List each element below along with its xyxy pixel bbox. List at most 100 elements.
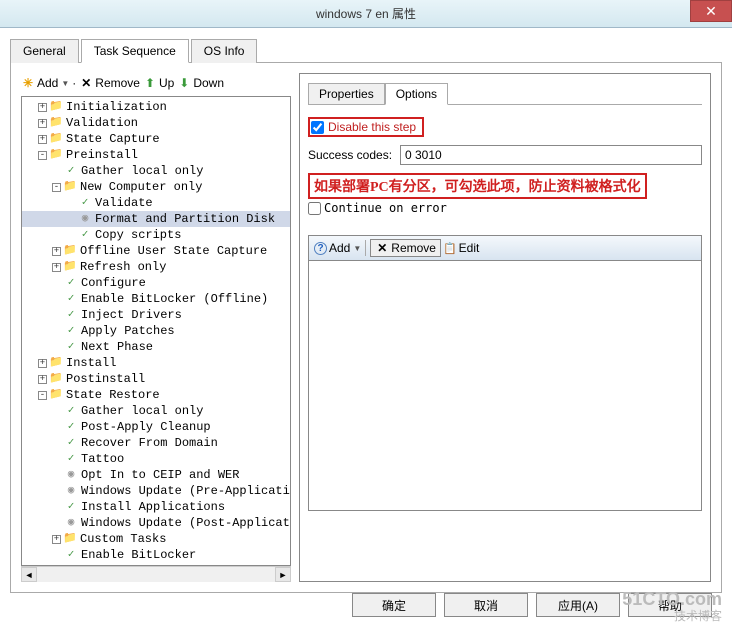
tree-node[interactable]: ◉Windows Update (Post-Application Instal… (22, 515, 290, 531)
expand-icon[interactable]: + (38, 135, 47, 144)
tree-node[interactable]: ✓Recover From Domain (22, 435, 290, 451)
tree-node-label: Validation (66, 115, 138, 131)
disabled-icon: ◉ (64, 468, 78, 482)
tree-node-label: Apply Patches (81, 323, 175, 339)
tree-node[interactable]: ✓Apply Patches (22, 323, 290, 339)
scroll-left-icon[interactable]: ◄ (21, 567, 37, 582)
cancel-button[interactable]: 取消 (444, 593, 528, 617)
up-button[interactable]: ⬆ Up (143, 76, 174, 90)
expand-icon[interactable]: - (52, 183, 61, 192)
tree-node[interactable]: ◉Format and Partition Disk (22, 211, 290, 227)
tree-node[interactable]: ✓Enable BitLocker (Offline) (22, 291, 290, 307)
cond-remove-button[interactable]: ✕ Remove (370, 239, 441, 257)
tree-node-label: Inject Drivers (81, 307, 182, 323)
conditions-list[interactable] (308, 261, 702, 511)
folder-icon: 📁 (63, 244, 77, 258)
folder-icon: 📁 (49, 356, 63, 370)
tab-os-info[interactable]: OS Info (191, 39, 258, 63)
tree-node-label: Gather local only (81, 403, 203, 419)
apply-button[interactable]: 应用(A) (536, 593, 620, 617)
check-icon: ✓ (78, 228, 92, 242)
tree-node[interactable]: ✓Gather local only (22, 163, 290, 179)
tree-node[interactable]: +📁Custom Tasks (22, 531, 290, 547)
ok-button[interactable]: 确定 (352, 593, 436, 617)
cond-add-button[interactable]: Add (329, 241, 350, 255)
chevron-down-icon: ▼ (61, 79, 69, 88)
check-icon: ✓ (64, 436, 78, 450)
expand-icon[interactable]: + (52, 535, 61, 544)
window-title: windows 7 en 属性 (316, 5, 416, 22)
expand-icon[interactable]: + (38, 103, 47, 112)
conditions-toolbar: ? Add ▼ ✕ Remove 📋 Edit (308, 235, 702, 261)
expand-icon[interactable]: + (38, 119, 47, 128)
tree-node[interactable]: ✓Validate (22, 195, 290, 211)
options-tabs: Properties Options (308, 82, 702, 104)
tree-node[interactable]: ✓Copy scripts (22, 227, 290, 243)
remove-icon: ✕ (375, 241, 389, 255)
tree-toolbar: ✳ Add ▼ · ✕ Remove ⬆ Up ⬇ Down (21, 73, 291, 96)
tab-task-sequence[interactable]: Task Sequence (81, 39, 189, 63)
check-icon: ✓ (64, 276, 78, 290)
tab-properties[interactable]: Properties (308, 83, 385, 105)
continue-on-error-checkbox[interactable] (308, 202, 321, 215)
tree-node[interactable]: +📁Initialization (22, 99, 290, 115)
tree-node-label: Custom Tasks (80, 531, 166, 547)
tree-node[interactable]: ✓Tattoo (22, 451, 290, 467)
tree-node-label: Offline User State Capture (80, 243, 267, 259)
help-button[interactable]: 帮助 (628, 593, 712, 617)
check-icon: ✓ (64, 420, 78, 434)
expand-icon[interactable]: + (52, 263, 61, 272)
tree-node-label: Format and Partition Disk (95, 211, 275, 227)
expand-icon[interactable]: - (38, 151, 47, 160)
main-tabs: General Task Sequence OS Info (10, 38, 722, 63)
tree-node[interactable]: ✓Post-Apply Cleanup (22, 419, 290, 435)
tree-node[interactable]: -📁Preinstall (22, 147, 290, 163)
tree-node[interactable]: ✓Gather local only (22, 403, 290, 419)
tree-node-label: Initialization (66, 99, 167, 115)
close-button[interactable]: ✕ (690, 0, 732, 22)
tree-node[interactable]: -📁State Restore (22, 387, 290, 403)
check-icon: ✓ (64, 308, 78, 322)
tree-node[interactable]: +📁Validation (22, 115, 290, 131)
tree-node[interactable]: ✓Restore User State (22, 563, 290, 566)
success-codes-input[interactable] (400, 145, 702, 165)
tree-node[interactable]: +📁State Capture (22, 131, 290, 147)
remove-button[interactable]: ✕ Remove (79, 76, 140, 90)
tree-node[interactable]: ✓Next Phase (22, 339, 290, 355)
tree-node-label: Install Applications (81, 499, 225, 515)
tree-node[interactable]: +📁Offline User State Capture (22, 243, 290, 259)
task-tree[interactable]: +📁Initialization+📁Validation+📁State Capt… (21, 96, 291, 566)
horizontal-scrollbar[interactable]: ◄ ► (21, 566, 291, 582)
tree-node[interactable]: ✓Enable BitLocker (22, 547, 290, 563)
down-button[interactable]: ⬇ Down (177, 76, 224, 90)
annotation-callout: 如果部署PC有分区，可勾选此项，防止资料被格式化 (308, 173, 647, 199)
tab-general[interactable]: General (10, 39, 79, 63)
tree-node[interactable]: +📁Refresh only (22, 259, 290, 275)
tree-node[interactable]: ◉Opt In to CEIP and WER (22, 467, 290, 483)
tab-options[interactable]: Options (385, 83, 448, 105)
dialog-buttons: 确定 取消 应用(A) 帮助 (352, 593, 712, 617)
expand-icon[interactable]: - (38, 391, 47, 400)
help-icon[interactable]: ? (314, 242, 327, 255)
tree-node[interactable]: ◉Windows Update (Pre-Application Install… (22, 483, 290, 499)
expand-icon[interactable]: + (38, 375, 47, 384)
scroll-right-icon[interactable]: ► (275, 567, 291, 582)
check-icon: ✓ (64, 548, 78, 562)
folder-icon: 📁 (63, 180, 77, 194)
tree-node[interactable]: ✓Install Applications (22, 499, 290, 515)
folder-icon: 📁 (49, 372, 63, 386)
tree-node-label: Refresh only (80, 259, 166, 275)
disable-step-input[interactable] (311, 121, 324, 134)
tree-node[interactable]: ✓Inject Drivers (22, 307, 290, 323)
tree-node[interactable]: ✓Configure (22, 275, 290, 291)
tree-node-label: Configure (81, 275, 146, 291)
tree-node[interactable]: +📁Postinstall (22, 371, 290, 387)
tree-node[interactable]: +📁Install (22, 355, 290, 371)
expand-icon[interactable]: + (38, 359, 47, 368)
add-button[interactable]: ✳ Add ▼ (21, 76, 69, 90)
expand-icon[interactable]: + (52, 247, 61, 256)
tree-node-label: Gather local only (81, 163, 203, 179)
cond-edit-button[interactable]: Edit (459, 241, 480, 255)
tree-node[interactable]: -📁New Computer only (22, 179, 290, 195)
disable-step-checkbox[interactable]: Disable this step (308, 117, 424, 137)
